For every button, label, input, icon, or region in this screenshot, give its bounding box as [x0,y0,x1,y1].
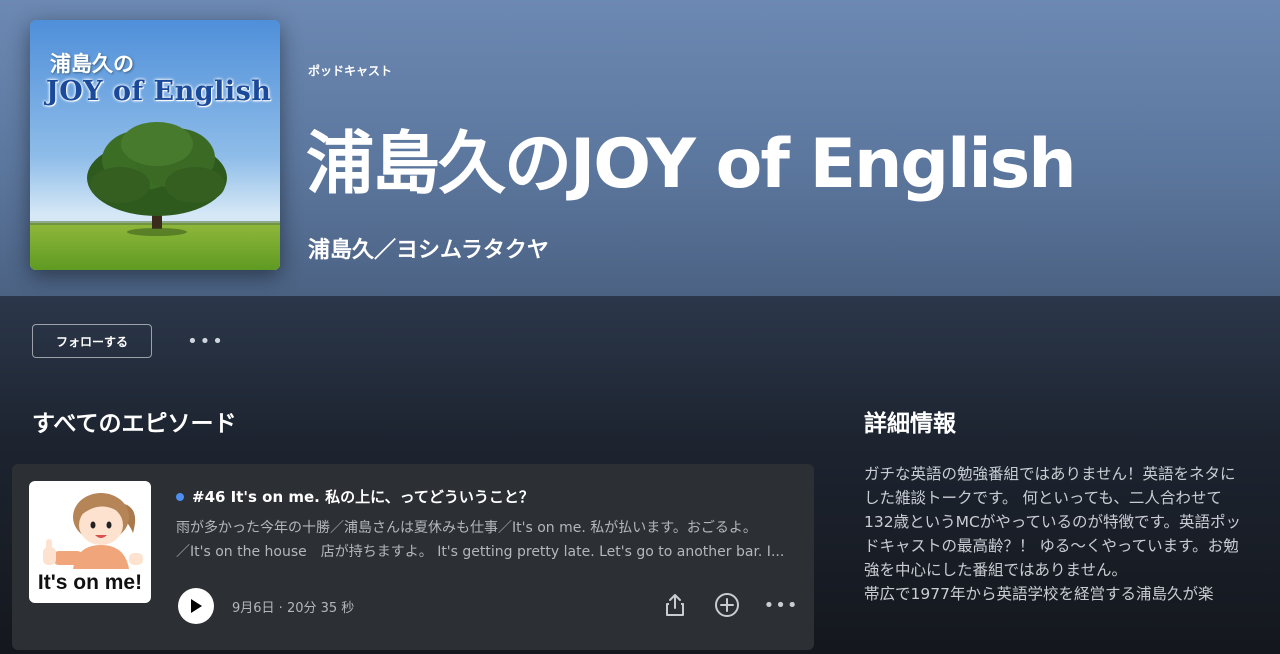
episode-description: 雨が多かった今年の十勝／浦島さんは夏休みも仕事／It's on me. 私が払い… [176,516,796,564]
cover-title-en: JOY of English [46,76,272,107]
show-header: 浦島久の JOY of English ポッドキャスト 浦島久のJOY of E… [0,0,1280,296]
all-episodes-heading: すべてのエピソード [32,411,237,437]
show-author[interactable]: 浦島久／ヨシムラタクヤ [308,232,549,264]
share-icon [666,594,684,616]
episode-card[interactable]: It's on me! #46 It's on me. 私の上に、ってどういうこ… [12,464,814,650]
follow-button[interactable]: フォローする [32,324,152,358]
show-title: 浦島久のJOY of English [306,125,1077,204]
episode-description-line: ／It's on the house 店が持ちますよ。 It's getting… [176,544,785,560]
content-type-label: ポッドキャスト [308,64,393,78]
add-circle-icon [715,593,739,617]
show-cover-art: 浦島久の JOY of English [30,20,280,270]
episode-more-button[interactable]: ••• [763,590,799,620]
more-icon: ••• [763,594,799,616]
episode-thumbnail: It's on me! [29,481,151,603]
podcast-page: 浦島久の JOY of English ポッドキャスト 浦島久のJOY of E… [0,0,1280,654]
episode-thumbnail-caption: It's on me! [37,571,143,594]
more-options-button[interactable]: ••• [186,326,226,356]
details-paragraph: 帯広で1977年から英語学校を経営する浦島久が楽 [864,585,1214,603]
episode-meta: 9月6日 · 20分 35 秒 [232,601,355,616]
cover-title-jp: 浦島久の [50,52,134,76]
episode-title[interactable]: #46 It's on me. 私の上に、ってどういうこと？ [192,486,534,507]
details-description: ガチな英語の勉強番組ではありません！英語をネタにした雑談トークです。 何といって… [864,462,1250,606]
details-heading: 詳細情報 [864,411,956,437]
new-episode-dot-icon [176,492,184,501]
show-body: フォローする ••• すべてのエピソード It's on me! #46 It'… [0,296,1280,654]
play-button[interactable] [178,588,214,624]
share-button[interactable] [660,590,690,620]
episode-description-line: 雨が多かった今年の十勝／浦島さんは夏休みも仕事／It's on me. 私が払い… [176,520,757,536]
details-paragraph: ガチな英語の勉強番組ではありません！英語をネタにした雑談トークです。 何といって… [864,465,1241,579]
play-icon [191,599,202,613]
add-to-library-button[interactable] [712,590,742,620]
episode-title-row: #46 It's on me. 私の上に、ってどういうこと？ [176,486,534,507]
more-icon: ••• [187,330,225,352]
